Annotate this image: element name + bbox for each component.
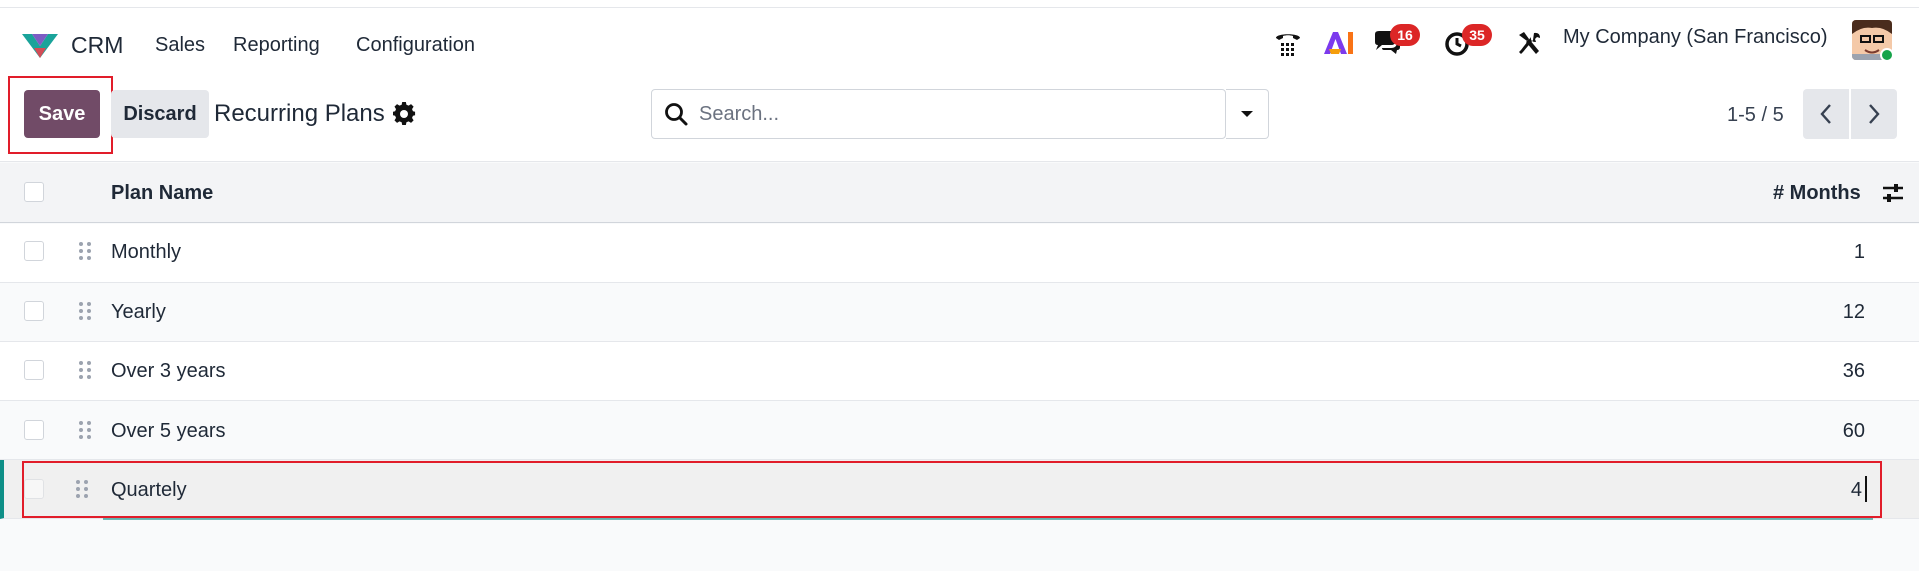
row-checkbox[interactable] (24, 420, 44, 440)
optional-columns-icon[interactable] (1882, 182, 1904, 204)
caret-down-icon (1241, 111, 1253, 117)
gear-icon[interactable] (393, 102, 417, 126)
plan-name-cell[interactable]: Yearly (111, 301, 166, 324)
drag-handle-icon[interactable] (78, 420, 92, 440)
months-cell[interactable]: 12 (1843, 301, 1865, 324)
row-checkbox[interactable] (24, 360, 44, 380)
drag-handle-icon[interactable] (78, 241, 92, 261)
chevron-right-icon (1869, 104, 1880, 124)
menu-sales[interactable]: Sales (155, 34, 205, 57)
search-options-toggle[interactable] (1226, 89, 1269, 139)
table-header (0, 163, 1919, 223)
menu-configuration[interactable]: Configuration (356, 34, 475, 57)
edit-row-underline (103, 518, 1873, 520)
months-cell[interactable]: 36 (1843, 360, 1865, 383)
app-name[interactable]: CRM (71, 32, 123, 59)
page-title: Recurring Plans (214, 100, 385, 127)
select-all-checkbox[interactable] (24, 182, 44, 202)
column-months[interactable]: # Months (1773, 182, 1861, 205)
plan-name-cell[interactable]: Over 5 years (111, 420, 225, 443)
table-row[interactable] (0, 342, 1919, 401)
online-status-dot (1880, 48, 1894, 62)
chat-count-badge: 16 (1390, 24, 1420, 46)
pager-next-button[interactable] (1851, 89, 1897, 139)
ai-icon[interactable] (1321, 26, 1355, 60)
row-checkbox[interactable] (24, 241, 44, 261)
window-top-strip (0, 0, 1919, 8)
company-switcher[interactable]: My Company (San Francisco) (1563, 26, 1828, 49)
menu-reporting[interactable]: Reporting (233, 34, 320, 57)
drag-handle-icon[interactable] (78, 301, 92, 321)
save-button[interactable]: Save (24, 90, 100, 138)
months-cell[interactable]: 60 (1843, 420, 1865, 443)
plan-name-cell[interactable]: Over 3 years (111, 360, 225, 383)
table-row[interactable] (0, 224, 1919, 283)
pager-value[interactable]: 1-5 / 5 (1727, 104, 1784, 127)
months-cell[interactable]: 1 (1854, 241, 1865, 264)
plan-name-cell[interactable]: Monthly (111, 241, 181, 264)
crm-logo-icon[interactable] (20, 30, 60, 62)
column-plan-name[interactable]: Plan Name (111, 182, 213, 205)
activity-count-badge: 35 (1462, 24, 1492, 46)
discard-button[interactable]: Discard (111, 90, 209, 138)
chevron-left-icon (1820, 104, 1831, 124)
table-row[interactable] (0, 401, 1919, 460)
tools-icon[interactable] (1512, 26, 1546, 60)
search-input[interactable] (699, 98, 1209, 130)
search-icon (665, 103, 688, 126)
edit-row-highlight-box (22, 461, 1882, 518)
table-row[interactable] (0, 283, 1919, 342)
row-checkbox[interactable] (24, 301, 44, 321)
phone-icon[interactable] (1271, 26, 1305, 60)
pager-previous-button[interactable] (1803, 89, 1849, 139)
drag-handle-icon[interactable] (78, 360, 92, 380)
